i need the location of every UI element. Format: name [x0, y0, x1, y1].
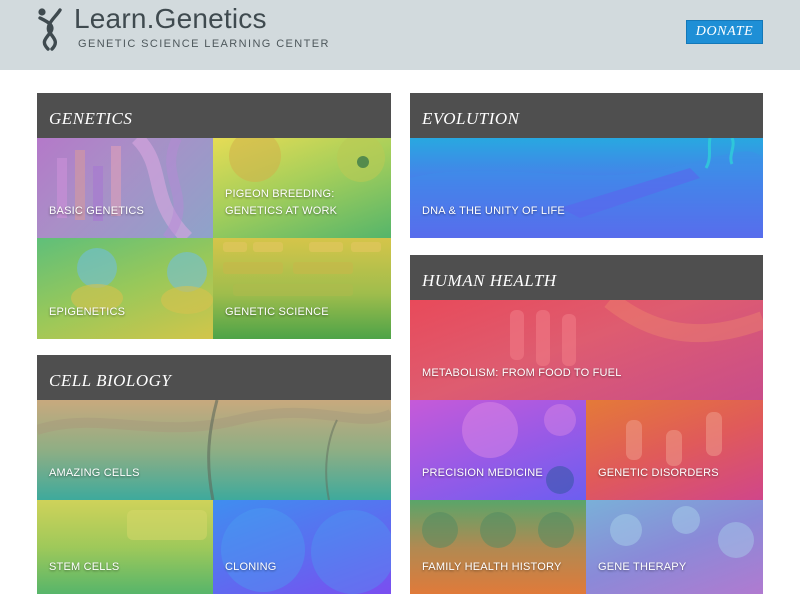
dishes-illustration	[422, 512, 574, 548]
stem-cell-illustration	[127, 510, 207, 540]
virus-illustration	[610, 506, 754, 558]
human-health-panel: HUMAN HEALTH METABOLISM: FROM FOOD TO FU…	[410, 255, 763, 594]
donate-button[interactable]: DONATE	[686, 20, 763, 44]
skin-cells-illustration	[37, 400, 391, 500]
mitochondria-illustration	[510, 300, 763, 366]
site-logo[interactable]: Learn.Genetics GENETIC SCIENCE LEARNING …	[36, 3, 330, 51]
cloning-cells-illustration	[221, 508, 391, 594]
tile-family-health-history[interactable]: FAMILY HEALTH HISTORY	[410, 500, 586, 594]
tile-label: BASIC GENETICS	[49, 205, 145, 217]
cell-biology-panel: CELL BIOLOGY AMAZING CELLS STEM CELLS CL…	[37, 355, 391, 594]
tile-basic-genetics[interactable]: BASIC GENETICS	[37, 138, 213, 238]
tile-gene-therapy[interactable]: GENE THERAPY	[586, 500, 763, 594]
tile-precision-medicine[interactable]: PRECISION MEDICINE	[410, 400, 586, 500]
tile-label: FAMILY HEALTH HISTORY	[422, 561, 562, 573]
tile-label: STEM CELLS	[49, 561, 120, 573]
cells-illustration	[462, 402, 576, 494]
tile-epigenetics[interactable]: EPIGENETICS	[37, 238, 213, 339]
tile-dna-unity-of-life[interactable]: DNA & THE UNITY OF LIFE	[410, 138, 763, 238]
logo-title: Learn.Genetics	[74, 3, 267, 34]
tile-amazing-cells[interactable]: AMAZING CELLS	[37, 400, 391, 500]
tile-genetic-disorders[interactable]: GENETIC DISORDERS	[586, 400, 763, 500]
gel-lanes-illustration	[223, 242, 381, 296]
chromosomes-illustration	[626, 412, 722, 466]
evolution-panel-title[interactable]: EVOLUTION	[410, 93, 763, 138]
genetics-panel: GENETICS BASIC GENETICS PIGEON BREEDING:…	[37, 93, 391, 339]
tile-label: AMAZING CELLS	[49, 467, 140, 479]
tile-label: PRECISION MEDICINE	[422, 467, 543, 479]
cell-biology-panel-title[interactable]: CELL BIOLOGY	[37, 355, 391, 400]
chromatin-illustration	[71, 248, 213, 314]
tile-label: GENETIC SCIENCE	[225, 306, 329, 318]
tile-cloning[interactable]: CLONING	[213, 500, 391, 594]
human-health-panel-title[interactable]: HUMAN HEALTH	[410, 255, 763, 300]
tile-label: CLONING	[225, 561, 277, 573]
tile-label: EPIGENETICS	[49, 306, 126, 318]
tile-label: GENETIC DISORDERS	[598, 467, 719, 479]
dna-helix-illustration	[57, 138, 193, 238]
site-header: Learn.Genetics GENETIC SCIENCE LEARNING …	[0, 0, 800, 70]
logo-subtitle: GENETIC SCIENCE LEARNING CENTER	[78, 38, 330, 50]
dna-logo-icon	[38, 8, 62, 51]
landscape-illustration	[410, 138, 763, 238]
tile-label: METABOLISM: FROM FOOD TO FUEL	[422, 367, 622, 379]
tile-label: GENE THERAPY	[598, 561, 687, 573]
genetics-panel-title[interactable]: GENETICS	[37, 93, 391, 138]
tile-pigeon-breeding[interactable]: PIGEON BREEDING: GENETICS AT WORK	[213, 138, 391, 238]
tile-metabolism[interactable]: METABOLISM: FROM FOOD TO FUEL	[410, 300, 763, 400]
tile-label: PIGEON BREEDING: GENETICS AT WORK	[225, 188, 338, 217]
evolution-panel: EVOLUTION DNA & THE UNITY OF LIFE	[410, 93, 763, 238]
tile-stem-cells[interactable]: STEM CELLS	[37, 500, 213, 594]
tile-genetic-science[interactable]: GENETIC SCIENCE	[213, 238, 391, 339]
tile-label: DNA & THE UNITY OF LIFE	[422, 205, 565, 217]
